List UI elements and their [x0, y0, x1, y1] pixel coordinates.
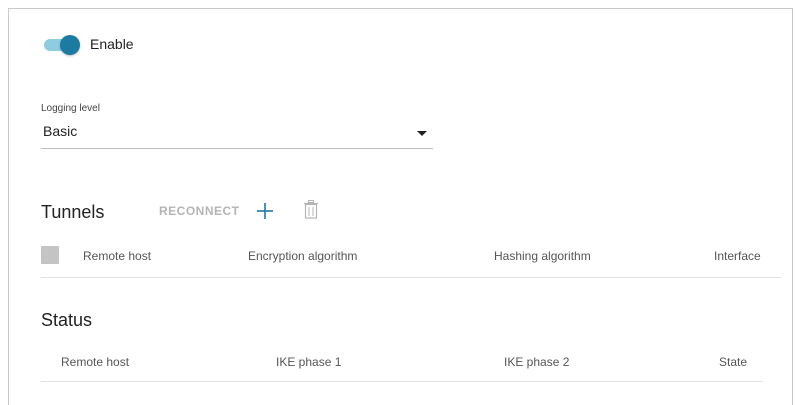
status-col-ike-phase-2[interactable]: IKE phase 2	[504, 355, 569, 369]
tunnels-col-interface[interactable]: Interface	[714, 249, 761, 263]
logging-level-value: Basic	[43, 123, 78, 139]
ipsec-panel	[8, 8, 793, 405]
plus-icon[interactable]	[256, 202, 274, 220]
status-header-divider	[41, 381, 763, 382]
enable-toggle[interactable]	[44, 35, 80, 55]
tunnels-col-hashing[interactable]: Hashing algorithm	[494, 249, 591, 263]
status-title: Status	[41, 310, 93, 330]
reconnect-button[interactable]: RECONNECT	[159, 204, 240, 218]
logging-level-label: Logging level	[41, 103, 100, 114]
status-col-ike-phase-1[interactable]: IKE phase 1	[276, 355, 341, 369]
trash-icon[interactable]	[304, 200, 318, 219]
tunnels-col-remote-host[interactable]: Remote host	[83, 249, 151, 263]
logging-level-select[interactable]: Basic	[41, 118, 433, 149]
tunnels-header-divider	[41, 277, 781, 278]
toggle-thumb	[60, 35, 80, 55]
tunnels-title: Tunnels	[41, 202, 105, 222]
status-col-remote-host[interactable]: Remote host	[61, 355, 129, 369]
chevron-down-icon	[417, 131, 427, 136]
select-all-checkbox[interactable]	[41, 246, 59, 264]
status-col-state[interactable]: State	[719, 355, 747, 369]
tunnels-col-encryption[interactable]: Encryption algorithm	[248, 249, 357, 263]
enable-label: Enable	[90, 36, 134, 52]
